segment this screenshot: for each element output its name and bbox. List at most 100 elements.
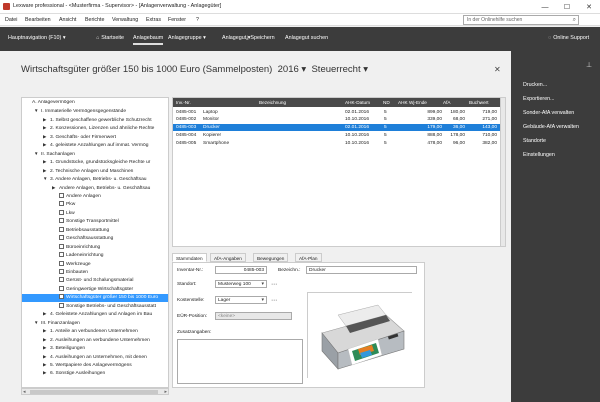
einstellungen-link[interactable]: Einstellungen — [523, 152, 555, 158]
minimize-button[interactable]: — — [534, 0, 556, 14]
save-button[interactable]: ⤓ Speichern — [246, 35, 275, 42]
tree-item[interactable]: Werkzeuge — [22, 260, 168, 269]
maximize-button[interactable]: ☐ — [556, 0, 578, 14]
gebaeude-afa-link[interactable]: Gebäude-AfA verwalten — [523, 124, 579, 130]
anlagegruppe-menu[interactable]: Anlagegruppe ▾ — [168, 35, 206, 41]
table-row[interactable]: 0485-004 Kopierer 10.10.2016 5 888,00 178,00 7… — [173, 131, 500, 139]
tree-item[interactable]: Lkw — [22, 209, 168, 218]
table-row[interactable]: 0485-005 Smartphone 10.10.2016 5 478,00 96,00… — [173, 139, 500, 147]
tree-item[interactable]: ▶ 1. Anteile an verbundenen Unternehmen — [22, 328, 168, 336]
pin-icon[interactable]: ⊥ — [586, 61, 592, 69]
standort-select[interactable]: Musterweg 100 ▾ — [215, 280, 267, 288]
tree-item[interactable]: ▶ 2. Technische Anlagen und Maschinen — [22, 168, 168, 176]
collapsed-arrow-icon[interactable]: ▶ — [43, 311, 50, 317]
tree-item[interactable]: Pkw — [22, 201, 168, 209]
close-window-button[interactable]: ✕ — [578, 0, 600, 14]
tree-item[interactable]: A. Anlagevermögen — [22, 100, 168, 108]
menu-bearbeiten[interactable]: Bearbeiten — [25, 17, 51, 23]
tree-item[interactable]: Einbauten — [22, 269, 168, 277]
more-icon[interactable]: ⋯ — [271, 281, 277, 288]
tree-item[interactable]: ▼ 3. Andere Anlagen, Betriebs- u. Geschäf… — [22, 176, 168, 184]
standorte-link[interactable]: Standorte — [523, 138, 546, 144]
anlagegut-suchen-button[interactable]: Anlagegut suchen — [285, 35, 328, 41]
collapsed-arrow-icon[interactable]: ▶ — [52, 185, 59, 191]
tree-item[interactable]: ▼ I. Immaterielle Vermögensgegenstände — [22, 108, 168, 116]
col-buchwert[interactable]: Buchwert — [469, 100, 489, 105]
zusatzangaben-textarea[interactable] — [177, 339, 303, 384]
tree-horizontal-scrollbar[interactable]: ◂ ▸ — [21, 388, 169, 395]
tree-item[interactable]: ▶ 3. Geschäfts- oder Firmenwert — [22, 134, 168, 142]
collapsed-arrow-icon[interactable]: ▶ — [43, 142, 50, 148]
help-search-input[interactable]: In der Onlinehilfe suchen ⌕ — [463, 15, 579, 25]
inventar-field[interactable]: 0485-003 — [215, 266, 267, 274]
tree-item[interactable]: Sonstige Betriebs- und Geschäftsausstatt — [22, 302, 168, 311]
tab-anlagebaum[interactable]: Anlagebaum — [133, 35, 164, 45]
tab-stammdaten[interactable]: Stammdaten — [172, 253, 207, 262]
tab-afa-angaben[interactable]: AfA-Angaben — [210, 253, 246, 262]
menu-datei[interactable]: Datei — [5, 17, 17, 23]
collapsed-arrow-icon[interactable]: ▶ — [43, 125, 50, 131]
search-icon[interactable]: ⌕ — [573, 17, 576, 24]
tree-item[interactable]: Geringwertige Wirtschaftsgüter — [22, 285, 168, 294]
tree-item[interactable]: Ladeneinrichtung — [22, 252, 168, 260]
collapsed-arrow-icon[interactable]: ▶ — [43, 134, 50, 140]
tree-item[interactable]: ▶ 6. Sonstige Ausleihungen — [22, 370, 168, 378]
table-vertical-scrollbar[interactable] — [500, 97, 506, 247]
sonder-afa-link[interactable]: Sonder-AfA verwalten — [523, 110, 574, 116]
collapsed-arrow-icon[interactable]: ▶ — [43, 354, 50, 360]
year-selector[interactable]: 2016 ▾ — [278, 64, 307, 75]
asset-image[interactable] — [307, 292, 413, 379]
tree-item[interactable]: ▶ 1. Grundstücke, grundstücksgleiche Rech… — [22, 159, 168, 167]
exportieren-link[interactable]: Exportieren... — [523, 96, 555, 102]
tree-item[interactable]: ▼ II. Sachanlagen — [22, 151, 168, 159]
collapsed-arrow-icon[interactable]: ▶ — [43, 168, 50, 174]
col-ahk-wj-ende[interactable]: AHK Wj-Ende — [398, 100, 427, 105]
collapsed-arrow-icon[interactable]: ▶ — [43, 345, 50, 351]
table-row[interactable]: 0485-002 Monitor 10.10.2016 5 339,00 68,00 271… — [173, 116, 500, 124]
expanded-arrow-icon[interactable]: ▼ — [34, 108, 41, 113]
law-selector[interactable]: Steuerrecht ▾ — [311, 64, 368, 75]
col-afa[interactable]: AfA — [443, 100, 451, 105]
tree-item[interactable]: ▶ 5. Wertpapiere des Anlagevermögens — [22, 362, 168, 370]
tab-afa-plan[interactable]: AfA-Plan — [295, 253, 322, 262]
tree-item[interactable]: ▶ 4. Ausleihungen an Unternehmen, mit den… — [22, 354, 168, 362]
menu-fenster[interactable]: Fenster — [168, 17, 186, 23]
tree-item[interactable]: ▶ 2. Konzessionen, Lizenzen und ähnliche … — [22, 125, 168, 133]
drucken-link[interactable]: Drucken... — [523, 82, 547, 88]
online-support-button[interactable]: ◌ Online Support — [548, 35, 589, 41]
collapsed-arrow-icon[interactable]: ▶ — [43, 337, 50, 343]
menu-verwaltung[interactable]: Verwaltung — [112, 17, 138, 23]
tree-item[interactable]: Sonstige Transportmittel — [22, 218, 168, 226]
close-view-icon[interactable]: ✕ — [494, 65, 501, 74]
collapsed-arrow-icon[interactable]: ▶ — [43, 362, 50, 368]
collapsed-arrow-icon[interactable]: ▶ — [43, 328, 50, 334]
tab-bewegungen[interactable]: Bewegungen — [253, 253, 289, 262]
startseite-button[interactable]: ⌂ Startseite — [96, 35, 124, 41]
tree-item[interactable]: ▶ 3. Beteiligungen — [22, 345, 168, 353]
menu-help[interactable]: ? — [196, 17, 199, 23]
collapsed-arrow-icon[interactable]: ▶ — [43, 117, 50, 123]
tree-item[interactable]: Andere Anlagen — [22, 192, 168, 201]
tree-item[interactable]: ▶ 4. geleistete Anzahlungen auf immat. Ve… — [22, 142, 168, 150]
menu-ansicht[interactable]: Ansicht — [59, 17, 76, 23]
col-inv-nr[interactable]: Inv.-Nr. — [176, 100, 191, 105]
menu-berichte[interactable]: Berichte — [85, 17, 104, 23]
table-row[interactable]: 0485-003 Drucker 02.01.2016 5 179,00 36,00 143… — [173, 123, 500, 132]
tree-item[interactable]: Wirtschaftsgüter größer 150 bis 1000 Eur… — [22, 294, 168, 302]
col-bezeichnung[interactable]: Bezeichnung — [259, 100, 286, 105]
kostenstelle-select[interactable]: Lager ▾ — [215, 296, 267, 304]
tree-item[interactable]: Büroeinrichtung — [22, 243, 168, 252]
tree-item[interactable]: Betriebsausstattung — [22, 226, 168, 235]
tree-item[interactable]: ▶ 4. Geleistete Anzahlungen und Anlagen i… — [22, 311, 168, 319]
table-row[interactable]: 0485-001 Laptop 02.01.2016 5 899,00 180,00 719… — [173, 108, 500, 116]
expanded-arrow-icon[interactable]: ▼ — [34, 320, 41, 325]
bezeichnung-field[interactable]: Drucker — [306, 266, 417, 274]
col-nd[interactable]: ND — [383, 100, 390, 105]
expanded-arrow-icon[interactable]: ▼ — [34, 151, 41, 156]
tree-item[interactable]: Geschäftsausstattung — [22, 235, 168, 243]
tree-item[interactable]: ▼ III. Finanzanlagen — [22, 320, 168, 328]
scroll-thumb[interactable] — [30, 390, 158, 394]
tree-item[interactable]: ▶ 2. Ausleihungen an verbundene Unternehm… — [22, 337, 168, 345]
collapsed-arrow-icon[interactable]: ▶ — [43, 159, 50, 165]
menu-extras[interactable]: Extras — [146, 17, 161, 23]
